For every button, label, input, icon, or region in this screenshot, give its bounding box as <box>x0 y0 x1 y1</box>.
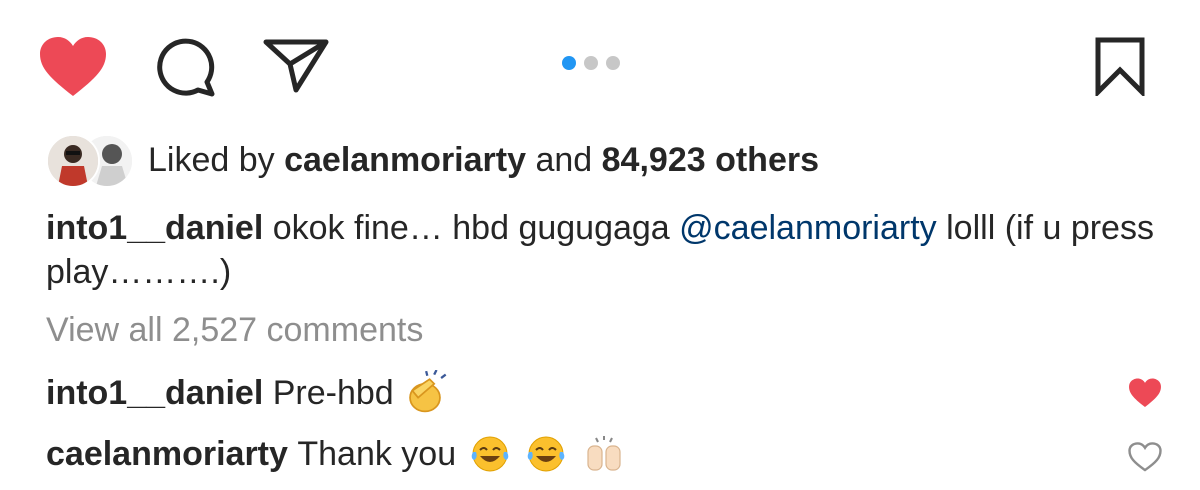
comment-like-heart-filled-icon[interactable] <box>1128 378 1162 408</box>
likes-summary: Liked by caelanmoriarty and 84,923 other… <box>148 138 819 182</box>
post-caption: into1__daniel okok fine… hbd gugugaga @c… <box>46 206 1156 294</box>
carousel-dot-active <box>562 56 576 70</box>
comment-text: Pre-hbd <box>272 374 394 412</box>
comment-item: caelanmoriarty Thank you <box>46 432 626 476</box>
avatar <box>46 134 100 188</box>
caption-text: okok fine… hbd gugugaga <box>272 209 670 247</box>
like-heart-icon[interactable] <box>38 36 108 98</box>
caption-mention[interactable]: @caelanmoriarty <box>679 209 937 247</box>
likes-conjunction: and <box>535 141 593 179</box>
likes-prefix: Liked by <box>148 141 275 179</box>
carousel-indicator <box>562 56 620 70</box>
comment-username[interactable]: caelanmoriarty <box>46 432 288 476</box>
comment-text: Thank you <box>297 435 457 473</box>
tears-of-joy-emoji <box>471 436 509 472</box>
paper-plane-icon[interactable] <box>262 38 330 94</box>
comment-bubble-icon[interactable] <box>154 38 216 98</box>
bookmark-icon[interactable] <box>1094 36 1146 96</box>
caption-username[interactable]: into1__daniel <box>46 209 263 247</box>
comment-username[interactable]: into1__daniel <box>46 371 263 415</box>
carousel-dot <box>606 56 620 70</box>
liker-avatars[interactable] <box>46 134 136 188</box>
tears-of-joy-emoji <box>527 436 565 472</box>
comment-item: into1__daniel Pre-hbd <box>46 370 448 416</box>
carousel-dot <box>584 56 598 70</box>
view-all-comments-link[interactable]: View all 2,527 comments <box>46 308 423 352</box>
clapping-hands-emoji <box>408 370 447 413</box>
comment-like-heart-outline-icon[interactable] <box>1128 442 1162 472</box>
raising-hands-emoji <box>587 436 621 471</box>
likes-count[interactable]: 84,923 others <box>602 141 819 179</box>
liker-username[interactable]: caelanmoriarty <box>284 141 526 179</box>
